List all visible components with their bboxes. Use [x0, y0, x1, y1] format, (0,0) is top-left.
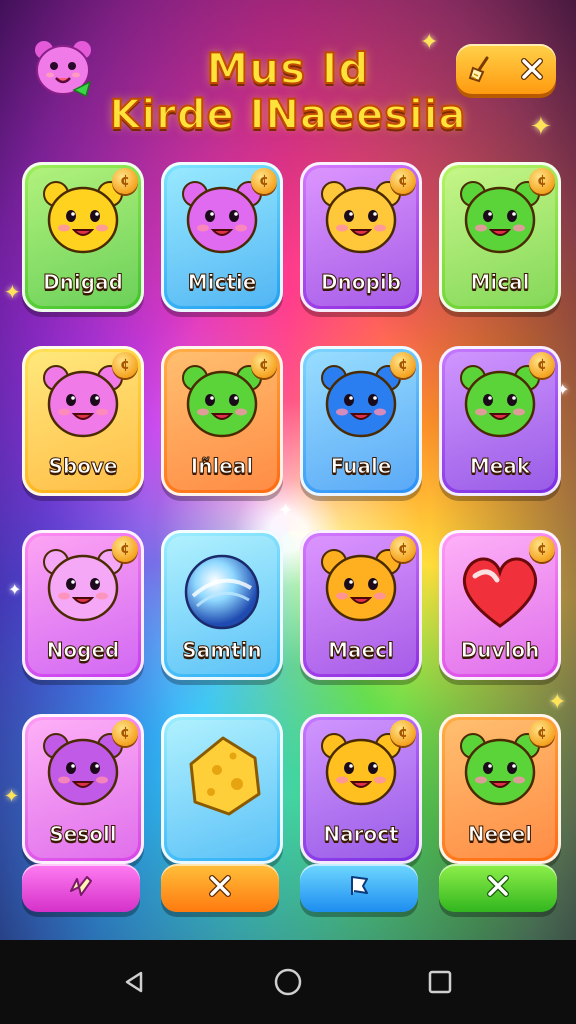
- home-icon[interactable]: [268, 962, 308, 1002]
- item-card[interactable]: Samtin: [161, 530, 283, 680]
- sparkle-icon: ✦: [278, 500, 294, 521]
- card-label: Naroct: [323, 822, 399, 847]
- recents-icon[interactable]: [420, 962, 460, 1002]
- item-card[interactable]: ¢ Dnigad: [22, 162, 144, 312]
- sparkle-icon: ✦: [4, 786, 20, 807]
- coin-icon: ¢: [112, 536, 138, 562]
- card-label: Neeel: [467, 822, 533, 847]
- bottom-button-4[interactable]: [439, 864, 557, 912]
- flag-icon: [346, 873, 372, 903]
- card-label: Duvloh: [460, 638, 540, 663]
- coin-icon: ¢: [529, 168, 555, 194]
- card-label: Sesoll: [49, 822, 117, 847]
- orb-icon: [171, 540, 273, 640]
- coin-icon: ¢: [529, 720, 555, 746]
- card-label: Mical: [470, 270, 530, 295]
- page-title: Mus Id: [205, 43, 370, 94]
- lightning-icon: [67, 873, 95, 903]
- coin-icon: ¢: [390, 720, 416, 746]
- coin-icon: ¢: [390, 168, 416, 194]
- item-card[interactable]: ¢ Neeel: [439, 714, 561, 864]
- coin-icon: ¢: [390, 536, 416, 562]
- close-icon[interactable]: [519, 56, 545, 82]
- bottom-button-1[interactable]: [22, 864, 140, 912]
- item-card[interactable]: ¢ Fuale: [300, 346, 422, 496]
- card-label: Meak: [469, 454, 531, 479]
- coin-icon: ¢: [112, 168, 138, 194]
- top-controls[interactable]: [456, 44, 556, 94]
- bottom-button-2[interactable]: [161, 864, 279, 912]
- item-card[interactable]: ¢ Dnopib: [300, 162, 422, 312]
- coin-icon: ¢: [251, 352, 277, 378]
- card-label: Mictie: [187, 270, 257, 295]
- back-icon[interactable]: [114, 962, 154, 1002]
- item-card[interactable]: ¢ Noged: [22, 530, 144, 680]
- sparkle-icon: ✦: [530, 112, 552, 142]
- sparkle-icon: ✦: [8, 580, 22, 599]
- card-label: Iñleal: [190, 454, 254, 479]
- coin-icon: ¢: [529, 536, 555, 562]
- card-label: Noged: [46, 638, 120, 663]
- cheese-icon: [171, 724, 273, 824]
- bottom-button-3[interactable]: [300, 864, 418, 912]
- item-card[interactable]: [161, 714, 283, 864]
- sparkle-icon: ✦: [4, 280, 21, 304]
- item-card[interactable]: ¢ Maecl: [300, 530, 422, 680]
- item-card[interactable]: ¢ Meak: [439, 346, 561, 496]
- card-label: Fuale: [330, 454, 392, 479]
- close-icon: [207, 873, 233, 903]
- card-label: Maecl: [328, 638, 395, 663]
- page-subtitle: Kirde INaeesiia: [109, 91, 467, 139]
- system-nav-bar: [0, 940, 576, 1024]
- item-card[interactable]: ¢ Naroct: [300, 714, 422, 864]
- close-icon: [485, 873, 511, 903]
- coin-icon: ¢: [390, 352, 416, 378]
- card-label: Dnigad: [43, 270, 124, 295]
- item-card[interactable]: ¢ Mical: [439, 162, 561, 312]
- sparkle-icon: ✦: [548, 690, 567, 715]
- item-card[interactable]: ¢ Mictie: [161, 162, 283, 312]
- card-label: Dnopib: [320, 270, 402, 295]
- card-label: Samtin: [182, 638, 262, 663]
- card-label: Sbove: [48, 454, 118, 479]
- item-card[interactable]: ¢ Sbove: [22, 346, 144, 496]
- coin-icon: ¢: [251, 168, 277, 194]
- mascot-icon: [30, 38, 100, 100]
- coin-icon: ¢: [112, 352, 138, 378]
- item-card[interactable]: ¢ Sesoll: [22, 714, 144, 864]
- coin-icon: ¢: [529, 352, 555, 378]
- item-card[interactable]: ¢ Iñleal: [161, 346, 283, 496]
- broom-icon[interactable]: [467, 54, 497, 84]
- coin-icon: ¢: [112, 720, 138, 746]
- item-card[interactable]: ¢ Duvloh: [439, 530, 561, 680]
